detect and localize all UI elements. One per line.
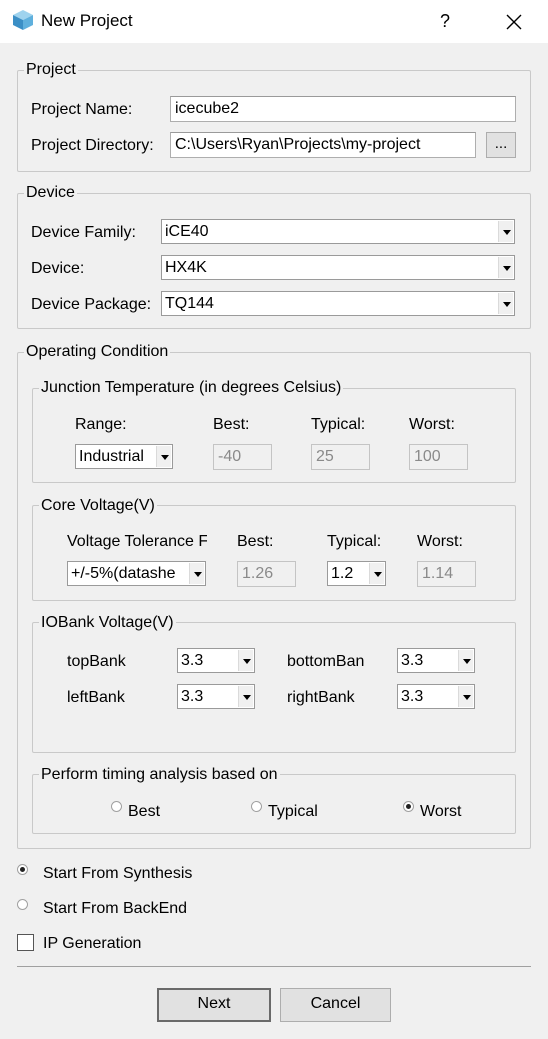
help-button[interactable]: ? [430, 0, 460, 43]
chevron-down-icon [238, 650, 253, 671]
device-package-label: Device Package: [31, 296, 152, 313]
core-worst-field: 1.14 [417, 561, 476, 587]
top-bank-value: 3.3 [181, 652, 204, 669]
chevron-down-icon [498, 293, 513, 314]
device-value: HX4K [165, 259, 207, 276]
title-bar: New Project ? [0, 0, 548, 43]
chevron-down-icon [498, 221, 513, 242]
ice-cube-icon [13, 10, 33, 30]
ip-generation-label[interactable]: IP Generation [43, 935, 141, 953]
start-from-synthesis-radio[interactable] [17, 864, 28, 875]
device-group-title: Device [24, 184, 77, 202]
bottom-bank-value: 3.3 [401, 652, 424, 669]
junction-best-label: Best: [213, 416, 250, 433]
device-package-value: TQ144 [165, 295, 214, 312]
top-bank-select[interactable]: 3.3 [177, 648, 255, 673]
close-icon [506, 14, 522, 30]
chevron-down-icon [238, 686, 253, 707]
project-name-label: Project Name: [31, 101, 133, 118]
cancel-button[interactable]: Cancel [280, 988, 391, 1022]
bottom-bank-label: bottomBan [287, 653, 365, 670]
timing-best-radio[interactable] [111, 801, 122, 812]
junction-worst-label: Worst: [409, 416, 455, 433]
voltage-tolerance-select[interactable]: +/-5%(datashe [67, 561, 206, 586]
operating-condition-title: Operating Condition [24, 343, 171, 361]
device-select[interactable]: HX4K [161, 255, 515, 280]
junction-worst-field: 100 [409, 444, 468, 470]
browse-button[interactable]: ... [486, 132, 516, 158]
device-label: Device: [31, 260, 85, 277]
voltage-tolerance-label: Voltage Tolerance F [67, 533, 207, 550]
right-bank-select[interactable]: 3.3 [397, 684, 475, 709]
left-bank-label: leftBank [67, 689, 125, 706]
start-from-synthesis-label[interactable]: Start From Synthesis [43, 865, 192, 883]
timing-analysis-title: Perform timing analysis based on [39, 766, 280, 784]
chevron-down-icon [156, 446, 171, 467]
right-bank-value: 3.3 [401, 688, 424, 705]
device-package-select[interactable]: TQ144 [161, 291, 515, 316]
chevron-down-icon [458, 686, 473, 707]
core-voltage-title: Core Voltage(V) [39, 497, 157, 515]
right-bank-label: rightBank [287, 689, 355, 706]
timing-worst-label[interactable]: Worst [420, 803, 461, 821]
project-name-input[interactable]: icecube2 [170, 96, 516, 122]
chevron-down-icon [498, 257, 513, 278]
device-family-value: iCE40 [165, 223, 209, 240]
ip-generation-checkbox[interactable] [17, 934, 34, 951]
voltage-tolerance-value: +/-5%(datashe [71, 565, 176, 582]
start-from-backend-label[interactable]: Start From BackEnd [43, 900, 187, 918]
timing-typical-label[interactable]: Typical [268, 803, 318, 821]
top-bank-label: topBank [67, 653, 126, 670]
left-bank-select[interactable]: 3.3 [177, 684, 255, 709]
chevron-down-icon [189, 563, 204, 584]
junction-temperature-title: Junction Temperature (in degrees Celsius… [39, 379, 344, 397]
iobank-voltage-title: IOBank Voltage(V) [39, 614, 176, 632]
divider [17, 966, 531, 967]
left-bank-value: 3.3 [181, 688, 204, 705]
core-best-label: Best: [237, 533, 274, 550]
timing-typical-radio[interactable] [251, 801, 262, 812]
project-directory-input[interactable]: C:\Users\Ryan\Projects\my-project [170, 132, 476, 158]
bottom-bank-select[interactable]: 3.3 [397, 648, 475, 673]
range-label: Range: [75, 416, 127, 433]
junction-typical-label: Typical: [311, 416, 366, 433]
chevron-down-icon [458, 650, 473, 671]
window-title: New Project [41, 11, 133, 30]
project-directory-label: Project Directory: [31, 137, 154, 154]
start-from-backend-radio[interactable] [17, 899, 28, 910]
close-button[interactable] [498, 0, 530, 43]
next-button[interactable]: Next [157, 988, 271, 1022]
junction-typical-field: 25 [311, 444, 370, 470]
core-typical-label: Typical: [327, 533, 382, 550]
core-best-field: 1.26 [237, 561, 296, 587]
core-typical-value: 1.2 [331, 565, 354, 582]
core-worst-label: Worst: [417, 533, 463, 550]
junction-best-field: -40 [213, 444, 272, 470]
range-value: Industrial [79, 448, 144, 465]
project-group-title: Project [24, 61, 78, 79]
chevron-down-icon [369, 563, 384, 584]
core-typical-select[interactable]: 1.2 [327, 561, 386, 586]
range-select[interactable]: Industrial [75, 444, 173, 469]
device-family-select[interactable]: iCE40 [161, 219, 515, 244]
timing-best-label[interactable]: Best [128, 803, 160, 821]
timing-worst-radio[interactable] [403, 801, 414, 812]
device-family-label: Device Family: [31, 224, 136, 241]
